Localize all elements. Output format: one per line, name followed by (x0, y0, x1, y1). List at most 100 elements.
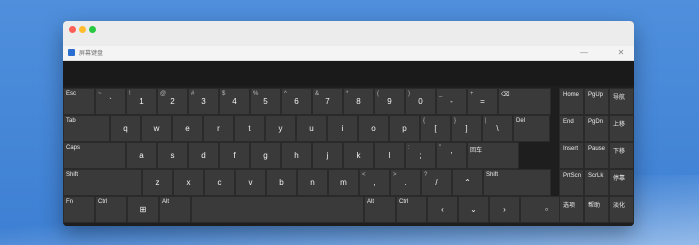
key-main-glyph: , (373, 178, 376, 187)
key-blank-row3[interactable]: " ' (436, 142, 467, 169)
key-alt-row5[interactable]: Alt (364, 196, 396, 223)
key-c-row4[interactable]: c (204, 169, 235, 196)
key-blank-row5[interactable] (191, 196, 364, 223)
key-y-row2[interactable]: y (265, 115, 296, 142)
key-blank-row4[interactable]: <, (359, 169, 390, 196)
nav-key-pgdn[interactable]: PgDn (584, 115, 609, 142)
key-l-row3[interactable]: l (374, 142, 405, 169)
key-del-row2[interactable]: Del (513, 115, 550, 142)
key-i-row2[interactable]: i (327, 115, 358, 142)
key-ctrl-row5[interactable]: Ctrl (396, 196, 427, 223)
key-2-row1[interactable]: @2 (157, 88, 188, 115)
key-n-row4[interactable]: n (297, 169, 328, 196)
key-blank-row4[interactable]: >. (390, 169, 421, 196)
key-blank-row2[interactable]: {[ (420, 115, 451, 142)
key-blank-row1[interactable]: ~ ` (95, 88, 126, 115)
nav-key-label: 导航 (613, 95, 626, 101)
key-shift-row4[interactable]: Shift (483, 169, 551, 196)
key-blank-row2[interactable]: }] (451, 115, 482, 142)
key-blank-row1[interactable]: _ - (436, 88, 467, 115)
close-button[interactable]: ✕ (611, 46, 631, 60)
key-5-row1[interactable]: % 5 (250, 88, 281, 115)
key-9-row1[interactable]: (9 (374, 88, 405, 115)
nav-key-导航[interactable]: 导航 (609, 88, 634, 115)
key-p-row2[interactable]: p (389, 115, 420, 142)
key-s-row3[interactable]: s (157, 142, 188, 169)
key-blank-row1[interactable]: + = (467, 88, 498, 115)
key-o-row2[interactable]: o (358, 115, 389, 142)
key-u-row2[interactable]: u (296, 115, 327, 142)
key-x-row4[interactable]: x (173, 169, 204, 196)
nav-key-prtscn[interactable]: PrtScn (559, 169, 584, 196)
nav-key-pgup[interactable]: PgUp (584, 88, 609, 115)
key-main-glyph: m (340, 178, 347, 187)
key-4-row1[interactable]: $4 (219, 88, 250, 115)
nav-key-label: Pause (588, 146, 606, 152)
key-fn-row5[interactable]: Fn (63, 196, 95, 223)
nav-key-帮助[interactable]: 帮助 (584, 196, 609, 223)
key-blank-row5[interactable]: ‹ (427, 196, 458, 223)
nav-key-label: 下移 (613, 149, 626, 155)
key-main-glyph: e (185, 124, 190, 133)
key-v-row4[interactable]: v (235, 169, 266, 196)
nav-key-选项[interactable]: 选项 (559, 196, 584, 223)
nav-key-pause[interactable]: Pause (584, 142, 609, 169)
key-main-glyph: 8 (356, 97, 361, 106)
key-z-row4[interactable]: z (142, 169, 173, 196)
key-f-row3[interactable]: f (219, 142, 250, 169)
key-t-row2[interactable]: t (234, 115, 265, 142)
key-3-row1[interactable]: #3 (188, 88, 219, 115)
key-main-glyph: j (326, 151, 329, 160)
key-main-glyph: 3 (201, 97, 206, 106)
nav-key-下移[interactable]: 下移 (609, 142, 634, 169)
key-alt-row5[interactable]: Alt (159, 196, 191, 223)
key-e-row2[interactable]: e (172, 115, 203, 142)
key-m-row4[interactable]: m (328, 169, 359, 196)
key-main-glyph: c (217, 178, 222, 187)
nav-key-insert[interactable]: Insert (559, 142, 584, 169)
keyboard-top-strip (63, 61, 634, 86)
key-blank-row5[interactable]: › (489, 196, 520, 223)
key-0-row1[interactable]: ) 0 (405, 88, 436, 115)
key-esc-row1[interactable]: Esc (63, 88, 95, 115)
zoom-traffic-light[interactable] (89, 26, 96, 33)
key-7-row1[interactable]: & 7 (312, 88, 343, 115)
key-a-row3[interactable]: a (126, 142, 157, 169)
key-ctrl-row5[interactable]: Ctrl (95, 196, 127, 223)
key-q-row2[interactable]: q (110, 115, 141, 142)
key-blank-row4[interactable]: ⌃ (452, 169, 483, 196)
close-traffic-light[interactable] (69, 26, 76, 33)
key-1-row1[interactable]: ! 1 (126, 88, 157, 115)
key-8-row1[interactable]: * 8 (343, 88, 374, 115)
key-d-row3[interactable]: d (188, 142, 219, 169)
key-blank-row5[interactable]: ⌄ (458, 196, 489, 223)
key-k-row3[interactable]: k (343, 142, 374, 169)
key-blank-row3[interactable]: :; (405, 142, 436, 169)
key-main-glyph: n (310, 178, 315, 187)
key-caps-row3[interactable]: Caps (63, 142, 126, 169)
key-h-row3[interactable]: h (281, 142, 312, 169)
nav-key-label: 帮助 (588, 203, 601, 209)
minimize-traffic-light[interactable] (79, 26, 86, 33)
nav-key-scrlk[interactable]: ScrLk (584, 169, 609, 196)
key-j-row3[interactable]: j (312, 142, 343, 169)
key-g-row3[interactable]: g (250, 142, 281, 169)
key-main-glyph: ⊞ (139, 205, 147, 214)
key-w-row2[interactable]: w (141, 115, 172, 142)
key-tab-row2[interactable]: Tab (63, 115, 110, 142)
key-blank-row4[interactable]: ? / (421, 169, 452, 196)
nav-key-end[interactable]: End (559, 115, 584, 142)
nav-key-停靠[interactable]: 停靠 (609, 169, 634, 196)
key-回车-row3[interactable]: 回车 (467, 142, 519, 169)
nav-key-home[interactable]: Home (559, 88, 584, 115)
key-b-row4[interactable]: b (266, 169, 297, 196)
nav-key-上移[interactable]: 上移 (609, 115, 634, 142)
key-blank-row1[interactable]: ⌫ (498, 88, 551, 115)
key-blank-row5[interactable]: ⊞ (127, 196, 159, 223)
key-r-row2[interactable]: r (203, 115, 234, 142)
nav-key-淡化[interactable]: 淡化 (609, 196, 634, 223)
key-blank-row2[interactable]: | \ (482, 115, 513, 142)
key-shift-row4[interactable]: Shift (63, 169, 142, 196)
key-6-row1[interactable]: ^ 6 (281, 88, 312, 115)
minimize-button[interactable]: — (574, 46, 594, 60)
